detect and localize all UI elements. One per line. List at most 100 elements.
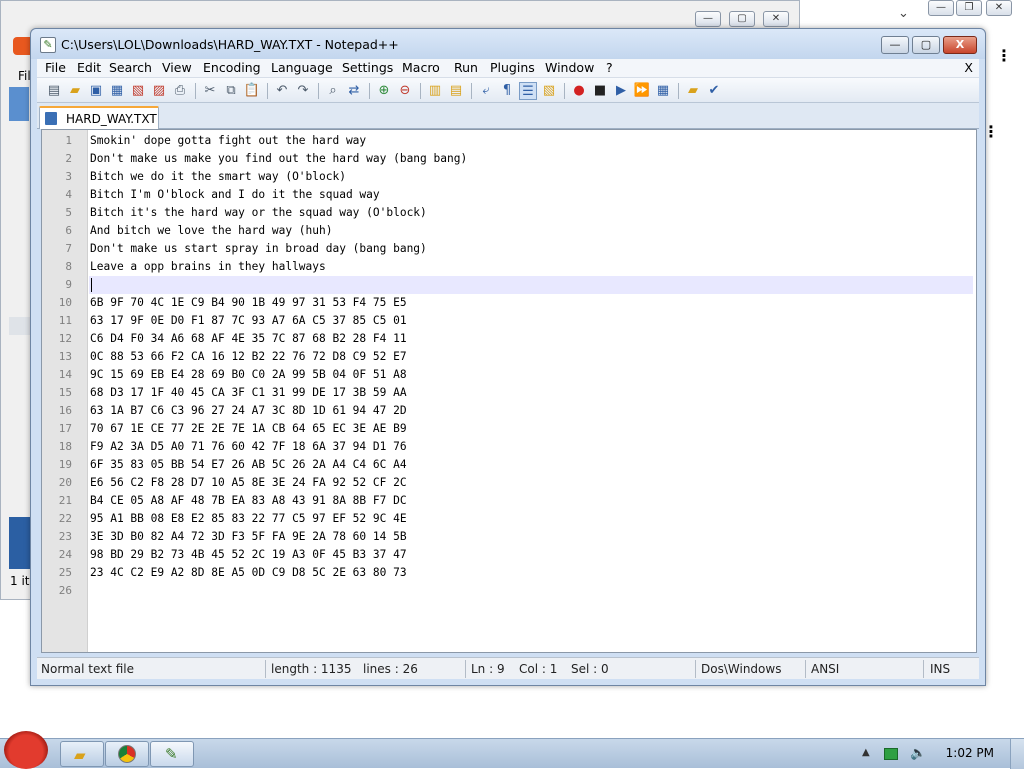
editor-line[interactable]: 0C 88 53 66 F2 CA 16 12 B2 22 76 72 D8 C… bbox=[90, 350, 407, 363]
menu-macro[interactable]: Macro bbox=[402, 60, 440, 75]
outer-close-button[interactable]: ✕ bbox=[986, 0, 1012, 16]
new-file-icon[interactable]: ▤ bbox=[45, 82, 63, 100]
angry-birds-icon[interactable] bbox=[4, 731, 48, 769]
menu-file[interactable]: File bbox=[45, 60, 66, 75]
spell-check-icon[interactable]: ✔ bbox=[705, 82, 723, 100]
chevron-down-icon[interactable]: ⌄ bbox=[898, 6, 909, 21]
maximize-button[interactable]: ▢ bbox=[912, 36, 940, 54]
editor-line[interactable]: 6F 35 83 05 BB 54 E7 26 AB 5C 26 2A A4 C… bbox=[90, 458, 407, 471]
notepad-icon: ✎ bbox=[165, 745, 178, 763]
menu-view[interactable]: View bbox=[162, 60, 192, 75]
menu-search[interactable]: Search bbox=[109, 60, 152, 75]
undo-icon[interactable]: ↶ bbox=[273, 82, 291, 100]
taskbar-chrome[interactable] bbox=[105, 741, 149, 767]
status-length: length : 1135 bbox=[271, 662, 352, 676]
save-all-icon[interactable]: ▦ bbox=[108, 82, 126, 100]
editor-line[interactable]: 6B 9F 70 4C 1E C9 B4 90 1B 49 97 31 53 F… bbox=[90, 296, 407, 309]
status-encoding[interactable]: ANSI bbox=[811, 662, 839, 676]
menu-help[interactable]: ? bbox=[606, 60, 613, 75]
taskbar: ▰ ✎ ▲ 🔈 1:02 PM bbox=[0, 731, 1024, 769]
title-bar[interactable]: ✎ C:\Users\LOL\Downloads\HARD_WAY.TXT - … bbox=[31, 29, 985, 59]
editor-line[interactable]: Bitch it's the hard way or the squad way… bbox=[90, 206, 427, 219]
menu-encoding[interactable]: Encoding bbox=[203, 60, 261, 75]
editor-line[interactable]: 68 D3 17 1F 40 45 CA 3F C1 31 99 DE 17 3… bbox=[90, 386, 407, 399]
editor-line[interactable]: 95 A1 BB 08 E8 E2 85 83 22 77 C5 97 EF 5… bbox=[90, 512, 407, 525]
editor-line[interactable]: 63 17 9F 0E D0 F1 87 7C 93 A7 6A C5 37 8… bbox=[90, 314, 407, 327]
text-editor[interactable]: 1 2 3 4 5 6 7 8 9 10 11 12 13 14 15 16 17 18 19 20 21 22 23 24 2… bbox=[41, 129, 977, 653]
menu-edit[interactable]: Edit bbox=[77, 60, 101, 75]
kebab-menu-icon[interactable]: ⋮ bbox=[996, 46, 1012, 65]
save-icon[interactable]: ▣ bbox=[87, 82, 105, 100]
menu-run[interactable]: Run bbox=[454, 60, 478, 75]
editor-line[interactable]: And bitch we love the hard way (huh) bbox=[90, 224, 332, 237]
line-number: 24 bbox=[58, 548, 72, 561]
editor-line[interactable]: Bitch I'm O'block and I do it the squad … bbox=[90, 188, 380, 201]
editor-line[interactable]: 70 67 1E CE 77 2E 2E 7E 1A CB 64 65 EC 3… bbox=[90, 422, 407, 435]
editor-line[interactable]: F9 A2 3A D5 A0 71 76 60 42 7F 18 6A 37 9… bbox=[90, 440, 407, 453]
editor-line[interactable]: 98 BD 29 B2 73 4B 45 52 2C 19 A3 0F 45 B… bbox=[90, 548, 407, 561]
tab-hard-way[interactable]: HARD_WAY.TXT bbox=[39, 106, 159, 129]
editor-line[interactable]: B4 CE 05 A8 AF 48 7B EA 83 A8 43 91 8A 8… bbox=[90, 494, 407, 507]
show-all-chars-icon[interactable]: ¶ bbox=[498, 82, 516, 100]
word-wrap-icon[interactable]: ⤶ bbox=[477, 82, 495, 100]
status-sel: Sel : 0 bbox=[571, 662, 609, 676]
editor-line[interactable]: Don't make us start spray in broad day (… bbox=[90, 242, 427, 255]
user-language-icon[interactable]: ▧ bbox=[540, 82, 558, 100]
outer-restore-button[interactable]: ❐ bbox=[956, 0, 982, 16]
close-all-icon[interactable]: ▨ bbox=[150, 82, 168, 100]
open-file-icon[interactable]: ▰ bbox=[66, 82, 84, 100]
volume-icon[interactable]: 🔈 bbox=[910, 746, 926, 761]
status-separator bbox=[465, 660, 466, 678]
editor-line[interactable]: Leave a opp brains in they hallways bbox=[90, 260, 326, 273]
outer-minimize-button[interactable]: — bbox=[928, 0, 954, 16]
menu-plugins[interactable]: Plugins bbox=[490, 60, 535, 75]
editor-line[interactable]: E6 56 C2 F8 28 D7 10 A5 8E 3E 24 FA 92 5… bbox=[90, 476, 407, 489]
status-eol[interactable]: Dos\Windows bbox=[701, 662, 781, 676]
zoom-out-icon[interactable]: ⊖ bbox=[396, 82, 414, 100]
battery-icon[interactable] bbox=[884, 748, 898, 760]
editor-line[interactable]: 9C 15 69 EB E4 28 69 B0 C0 2A 99 5B 04 0… bbox=[90, 368, 407, 381]
editor-line[interactable]: 23 4C C2 E9 A2 8D 8E A5 0D C9 D8 5C 2E 6… bbox=[90, 566, 407, 579]
replace-icon[interactable]: ⇄ bbox=[345, 82, 363, 100]
redo-icon[interactable]: ↷ bbox=[294, 82, 312, 100]
menu-language[interactable]: Language bbox=[271, 60, 333, 75]
status-insert-mode[interactable]: INS bbox=[930, 662, 950, 676]
stop-record-icon[interactable]: ■ bbox=[591, 82, 609, 100]
open-folder-icon[interactable]: ▰ bbox=[684, 82, 702, 100]
find-icon[interactable]: ⌕ bbox=[324, 82, 342, 100]
indent-guide-icon[interactable]: ☰ bbox=[519, 82, 537, 100]
record-macro-icon[interactable]: ● bbox=[570, 82, 588, 100]
menu-window[interactable]: Window bbox=[545, 60, 594, 75]
sync-vertical-icon[interactable]: ▥ bbox=[426, 82, 444, 100]
clock[interactable]: 1:02 PM bbox=[946, 746, 994, 760]
print-icon[interactable]: ⎙ bbox=[171, 82, 189, 100]
notepad-window: ✎ C:\Users\LOL\Downloads\HARD_WAY.TXT - … bbox=[30, 28, 986, 686]
zoom-in-icon[interactable]: ⊕ bbox=[375, 82, 393, 100]
paste-icon[interactable]: 📋 bbox=[243, 82, 261, 100]
taskbar-explorer[interactable]: ▰ bbox=[60, 741, 104, 767]
menu-settings[interactable]: Settings bbox=[342, 60, 393, 75]
show-desktop-button[interactable] bbox=[1010, 739, 1024, 769]
editor-line[interactable]: 3E 3D B0 82 A4 72 3D F3 5F FA 9E 2A 78 6… bbox=[90, 530, 407, 543]
sync-horizontal-icon[interactable]: ▤ bbox=[447, 82, 465, 100]
editor-line[interactable]: Don't make us make you find out the hard… bbox=[90, 152, 467, 165]
play-macro-icon[interactable]: ▶ bbox=[612, 82, 630, 100]
editor-line[interactable]: Smokin' dope gotta fight out the hard wa… bbox=[90, 134, 366, 147]
taskbar-notepadpp[interactable]: ✎ bbox=[150, 741, 194, 767]
bg-maximize-button[interactable]: ▢ bbox=[729, 11, 755, 27]
tray-expand-icon[interactable]: ▲ bbox=[862, 747, 870, 758]
bg-minimize-button[interactable]: — bbox=[695, 11, 721, 27]
close-document-button[interactable]: X bbox=[964, 60, 973, 75]
editor-line[interactable]: 63 1A B7 C6 C3 96 27 24 A7 3C 8D 1D 61 9… bbox=[90, 404, 407, 417]
editor-line[interactable]: Bitch we do it the smart way (O'block) bbox=[90, 170, 346, 183]
copy-icon[interactable]: ⧉ bbox=[222, 82, 240, 100]
cut-icon[interactable]: ✂ bbox=[201, 82, 219, 100]
line-number: 26 bbox=[58, 584, 72, 597]
minimize-button[interactable]: — bbox=[881, 36, 909, 54]
editor-line[interactable]: C6 D4 F0 34 A6 68 AF 4E 35 7C 87 68 B2 2… bbox=[90, 332, 407, 345]
close-icon[interactable]: ▧ bbox=[129, 82, 147, 100]
bg-close-button[interactable]: ✕ bbox=[763, 11, 789, 27]
save-macro-icon[interactable]: ▦ bbox=[654, 82, 672, 100]
close-button[interactable]: X bbox=[943, 36, 977, 54]
run-macro-multiple-icon[interactable]: ⏩ bbox=[633, 82, 651, 100]
